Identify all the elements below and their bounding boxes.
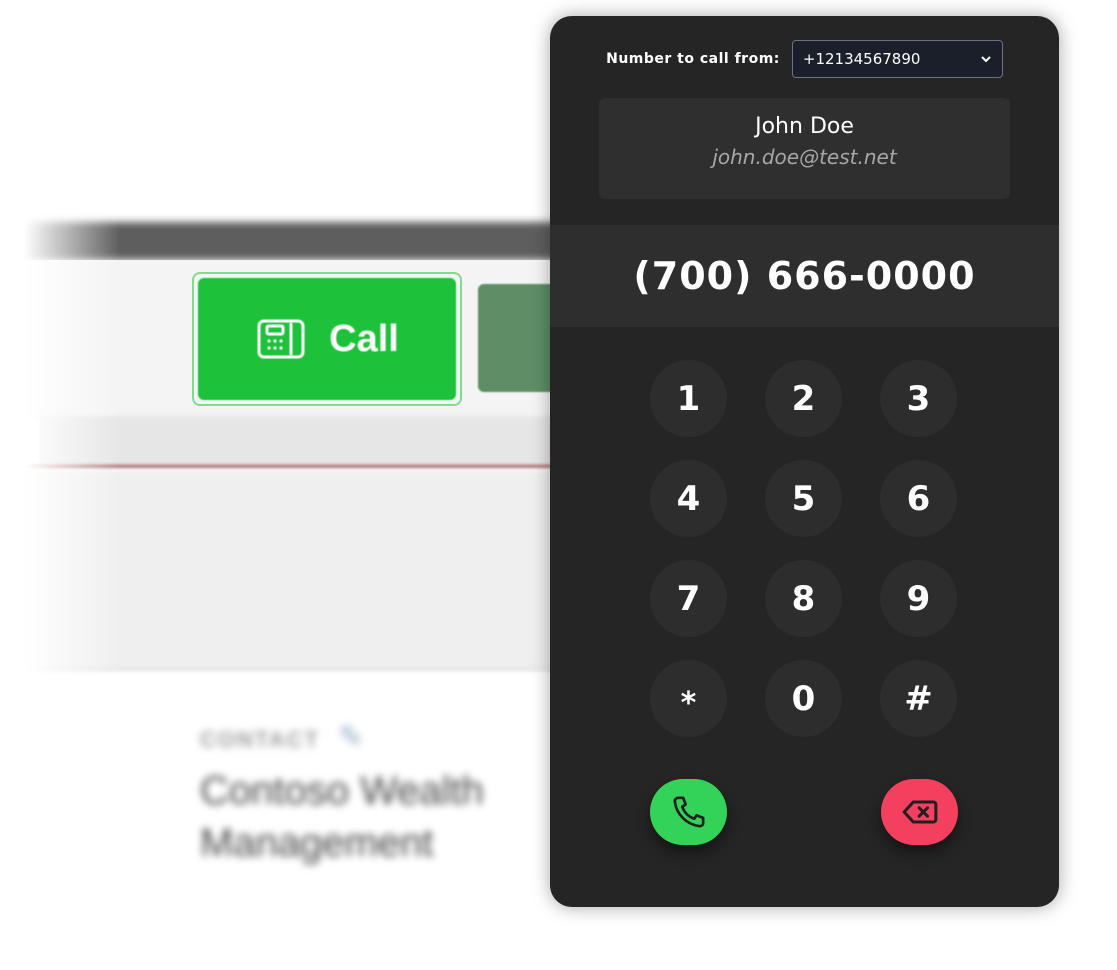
from-number-select[interactable]: +12134567890	[791, 40, 1003, 78]
contact-card: John Doe john.doe@test.net	[599, 98, 1010, 199]
edit-icon[interactable]: ✎	[338, 720, 363, 755]
chevron-down-icon	[981, 56, 991, 63]
contact-email: john.doe@test.net	[712, 145, 897, 169]
key-7[interactable]: 7	[650, 560, 727, 637]
desk-phone-icon	[257, 319, 305, 359]
dialed-number: (700) 666-0000	[633, 254, 976, 298]
backspace-icon	[902, 800, 937, 824]
from-number-label: Number to call from:	[606, 51, 780, 67]
phone-icon	[673, 796, 705, 828]
key-1[interactable]: 1	[650, 360, 727, 437]
key-hash[interactable]: #	[880, 660, 957, 737]
key-star[interactable]: *	[650, 660, 727, 737]
key-9[interactable]: 9	[880, 560, 957, 637]
key-3[interactable]: 3	[880, 360, 957, 437]
key-0[interactable]: 0	[765, 660, 842, 737]
dialed-number-display: (700) 666-0000	[550, 225, 1059, 327]
key-5[interactable]: 5	[765, 460, 842, 537]
dialer-panel: Number to call from: +12134567890 John D…	[550, 16, 1059, 907]
contact-name: John Doe	[755, 114, 854, 139]
from-number-value: +12134567890	[802, 50, 921, 68]
bottom-fade-overlay	[0, 860, 600, 970]
backspace-button[interactable]	[881, 779, 958, 845]
from-number-row: Number to call from: +12134567890	[550, 40, 1059, 78]
call-button-label: Call	[329, 317, 399, 360]
key-6[interactable]: 6	[880, 460, 957, 537]
app-strip	[40, 416, 580, 466]
dial-button[interactable]	[650, 779, 727, 845]
call-button-focus-ring: Call	[192, 272, 462, 406]
key-2[interactable]: 2	[765, 360, 842, 437]
keypad: 1 2 3 4 5 6 7 8 9 * 0 #	[650, 360, 957, 737]
call-button[interactable]: Call	[198, 278, 456, 400]
contact-section-label: CONTACT	[200, 727, 320, 752]
left-fade-overlay	[0, 0, 120, 970]
key-4[interactable]: 4	[650, 460, 727, 537]
account-name: Contoso Wealth Management	[200, 769, 484, 865]
key-8[interactable]: 8	[765, 560, 842, 637]
